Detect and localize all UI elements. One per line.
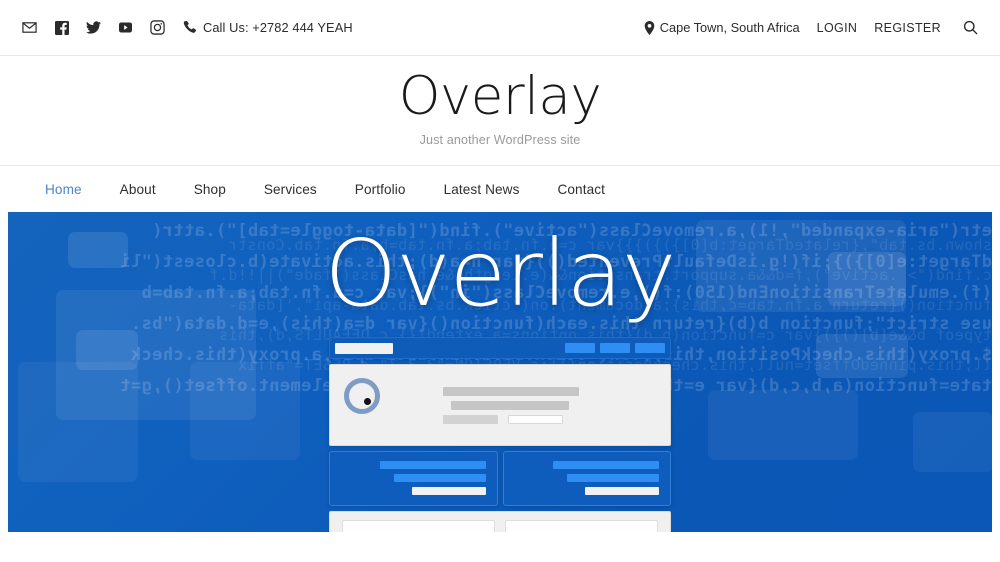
mockup-circle-dot xyxy=(364,398,371,405)
decorative-block xyxy=(190,362,300,460)
mockup-header-bar xyxy=(329,337,671,359)
mockup-nav-blocks xyxy=(565,343,665,353)
mockup-card-line xyxy=(567,474,659,482)
mockup-nav-block xyxy=(600,343,630,353)
decorative-block xyxy=(18,362,138,482)
hero-wireframe-mockup xyxy=(329,337,671,534)
call-us-text: Call Us: +2782 444 YEAH xyxy=(203,20,353,35)
register-link[interactable]: REGISTER xyxy=(874,21,941,35)
decorative-block xyxy=(913,412,992,472)
hero-banner[interactable]: etr("aria-expanded",!1),a.removeClass("a… xyxy=(8,212,992,534)
nav-item-about[interactable]: About xyxy=(101,182,175,197)
mockup-line-row xyxy=(443,415,656,424)
map-pin-icon xyxy=(644,20,655,35)
site-tagline: Just another WordPress site xyxy=(419,133,581,148)
mockup-text-line xyxy=(443,415,498,424)
mockup-card-line xyxy=(553,461,659,469)
decorative-block xyxy=(76,330,138,370)
call-us-block[interactable]: Call Us: +2782 444 YEAH xyxy=(183,20,353,35)
mockup-card xyxy=(329,451,498,506)
email-icon[interactable] xyxy=(22,20,37,35)
location-text: Cape Town, South Africa xyxy=(659,20,800,35)
mockup-circle-icon xyxy=(344,378,380,414)
top-utility-bar: Call Us: +2782 444 YEAH Cape Town, South… xyxy=(0,0,1000,56)
mockup-card-button xyxy=(411,487,486,495)
hero-section-wrapper: etr("aria-expanded",!1),a.removeClass("a… xyxy=(0,212,1000,562)
mockup-text-line xyxy=(443,387,579,396)
nav-item-portfolio[interactable]: Portfolio xyxy=(336,182,425,197)
below-hero-whitespace xyxy=(0,532,1000,562)
mockup-nav-block xyxy=(565,343,595,353)
page-root: Call Us: +2782 444 YEAH Cape Town, South… xyxy=(0,0,1000,562)
phone-icon xyxy=(183,21,196,34)
mockup-nav-block xyxy=(635,343,665,353)
mockup-logo-block xyxy=(335,342,393,354)
social-icon-list xyxy=(22,20,165,35)
nav-item-home[interactable]: Home xyxy=(26,182,101,197)
decorative-block xyxy=(708,390,858,460)
twitter-icon[interactable] xyxy=(86,20,101,35)
nav-item-services[interactable]: Services xyxy=(245,182,336,197)
topbar-right-group: Cape Town, South Africa LOGIN REGISTER xyxy=(644,20,978,36)
mockup-card-row xyxy=(329,451,671,506)
mockup-button-block xyxy=(508,415,563,424)
instagram-icon[interactable] xyxy=(150,20,165,35)
mockup-footer-panel xyxy=(329,511,671,534)
mockup-text-line xyxy=(451,401,569,410)
mockup-card-button xyxy=(585,487,659,495)
mockup-card-line xyxy=(379,461,486,469)
hero-title: Overlay xyxy=(324,220,677,327)
nav-item-latest-news[interactable]: Latest News xyxy=(425,182,539,197)
topbar-left-group: Call Us: +2782 444 YEAH xyxy=(22,20,353,35)
nav-item-shop[interactable]: Shop xyxy=(175,182,245,197)
site-title[interactable]: Overlay xyxy=(399,69,602,124)
mockup-text-lines xyxy=(443,387,656,424)
search-icon[interactable] xyxy=(962,20,978,36)
decorative-block xyxy=(816,334,908,378)
mockup-card-line xyxy=(393,474,486,482)
mockup-content-panel xyxy=(329,364,671,446)
mockup-card xyxy=(502,451,671,506)
login-link[interactable]: LOGIN xyxy=(817,21,858,35)
facebook-icon[interactable] xyxy=(54,20,69,35)
primary-navigation: Home About Shop Services Portfolio Lates… xyxy=(0,165,1000,212)
nav-item-contact[interactable]: Contact xyxy=(538,182,624,197)
location-block: Cape Town, South Africa xyxy=(644,20,800,35)
youtube-icon[interactable] xyxy=(118,20,133,35)
site-masthead: Overlay Just another WordPress site xyxy=(0,56,1000,165)
